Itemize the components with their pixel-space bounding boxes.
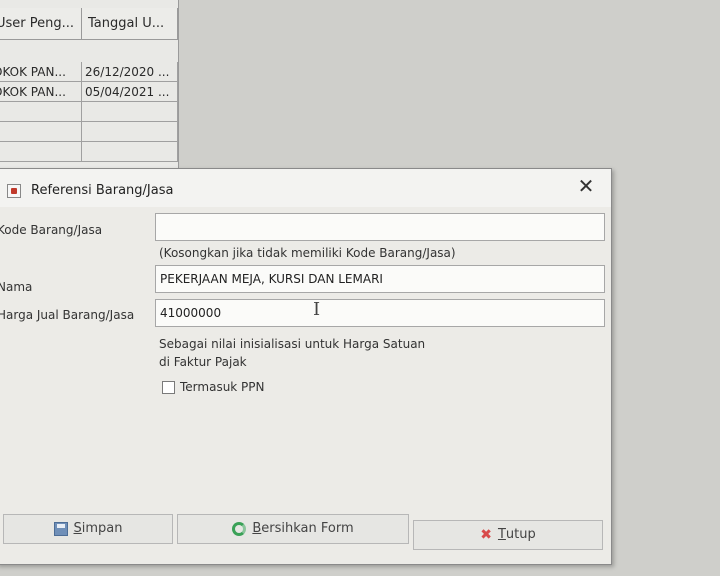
kode-field[interactable] (155, 213, 605, 241)
table-cell[interactable]: OKOK PAN... (0, 62, 82, 82)
red-x-icon: ✖ (480, 527, 492, 543)
column-header-tanggal[interactable]: Tanggal U... (82, 8, 178, 40)
harga-hint-line1: Sebagai nilai inisialisasi untuk Harga S… (159, 337, 426, 351)
table-cell[interactable] (82, 102, 178, 122)
table-cell[interactable] (0, 122, 82, 142)
kode-label: Kode Barang/Jasa (0, 223, 103, 237)
table-cell[interactable] (82, 122, 178, 142)
bersihkan-form-button[interactable]: Bersihkan Form (177, 514, 409, 544)
table-cell[interactable]: 05/04/2021 ... (82, 82, 178, 102)
simpan-label: impan (81, 521, 123, 536)
window-icon (7, 184, 21, 198)
table-cell[interactable] (0, 102, 82, 122)
tutup-label: utup (505, 527, 536, 542)
nama-field[interactable]: PEKERJAAN MEJA, KURSI DAN LEMARI (155, 265, 605, 293)
button-bar: Simpan Bersihkan Form ✖ Tutup (0, 514, 611, 550)
close-icon[interactable]: ✕ (575, 175, 597, 197)
floppy-disk-icon (53, 522, 68, 536)
table-cell[interactable] (82, 142, 178, 162)
text-cursor-icon: I (313, 299, 321, 320)
table-cell[interactable] (0, 142, 82, 162)
harga-hint-line2: di Faktur Pajak (159, 355, 247, 369)
harga-field[interactable]: 41000000 (155, 299, 605, 327)
background-table: User Peng... Tanggal U... OKOK PAN... 26… (0, 0, 179, 175)
simpan-button[interactable]: Simpan (3, 514, 173, 544)
referensi-dialog: Referensi Barang/Jasa ✕ Kode Barang/Jasa… (0, 168, 612, 565)
bersihkan-label: ersihkan Form (261, 521, 354, 536)
dialog-title: Referensi Barang/Jasa (31, 183, 174, 198)
dialog-titlebar[interactable]: Referensi Barang/Jasa ✕ (0, 169, 611, 207)
harga-label: Harga Jual Barang/Jasa (0, 308, 135, 322)
table-cell[interactable]: OKOK PAN... (0, 82, 82, 102)
termasuk-ppn-checkbox[interactable] (162, 381, 175, 394)
tutup-mnemonic: T (497, 527, 506, 542)
bersihkan-mnemonic: B (252, 521, 262, 536)
tutup-button[interactable]: ✖ Tutup (413, 520, 603, 550)
termasuk-ppn-label[interactable]: Termasuk PPN (180, 380, 265, 394)
kode-hint: (Kosongkan jika tidak memiliki Kode Bara… (159, 246, 456, 260)
nama-label: Nama (0, 280, 33, 294)
table-cell[interactable]: 26/12/2020 ... (82, 62, 178, 82)
simpan-mnemonic: S (73, 521, 82, 536)
refresh-icon (232, 522, 247, 536)
column-header-user[interactable]: User Peng... (0, 8, 82, 40)
